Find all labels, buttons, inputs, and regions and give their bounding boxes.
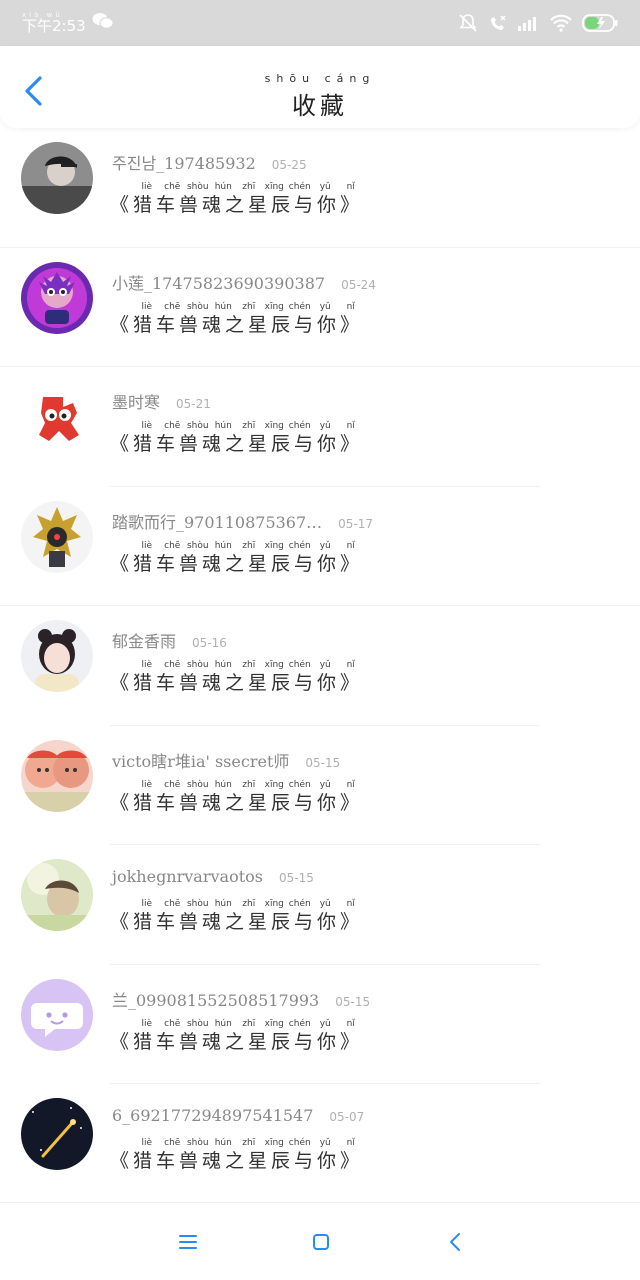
post-title[interactable]: 《猎车兽魂之星辰与你》 [110, 429, 363, 456]
date: 05-21 [176, 397, 211, 411]
menu-button[interactable] [175, 1229, 201, 1255]
nav-back-button[interactable] [443, 1229, 469, 1255]
avatar[interactable] [21, 859, 93, 931]
post-title[interactable]: 《猎车兽魂之星辰与你》 [110, 907, 363, 934]
item-meta: 踏歌而行_970110875367… 05-17 [112, 509, 373, 533]
post-title[interactable]: 《猎车兽魂之星辰与你》 [110, 190, 363, 217]
list-item[interactable]: 小莲_17475823690390387 05-24 liè chē shòu hún… [0, 248, 640, 367]
mute-bell-icon [458, 13, 478, 33]
signal-icon [518, 15, 540, 31]
item-meta: jokhegnrvarvaotos 05-15 [112, 867, 314, 886]
username[interactable]: 주진남_197485932 [112, 150, 256, 174]
item-meta: victo瞎r堆ia' ssecret师 05-15 [112, 748, 340, 772]
username[interactable]: 踏歌而行_970110875367… [112, 509, 322, 533]
username[interactable]: jokhegnrvarvaotos [112, 867, 263, 886]
favorites-list: 주진남_197485932 05-25 liè chē shòu hún zhī xīng… [0, 128, 640, 1204]
list-item[interactable]: 兰_099081552508517993 05-15 liè chē shòu hún… [0, 965, 640, 1084]
wechat-icon [92, 12, 114, 34]
page-title-pinyin: shōu cáng [264, 72, 376, 85]
date: 05-25 [271, 158, 307, 172]
date: 05-15 [305, 755, 341, 770]
item-meta: 兰_099081552508517993 05-15 [112, 987, 370, 1011]
avatar[interactable] [21, 261, 93, 334]
item-meta: 주진남_197485932 05-25 [112, 150, 307, 174]
menu-icon [179, 1235, 197, 1249]
battery-icon [582, 14, 618, 32]
date: 05-17 [338, 516, 374, 531]
avatar[interactable] [21, 739, 93, 812]
page-title: 收藏 [292, 92, 348, 120]
list-item[interactable]: 踏歌而行_970110875367… 05-17 liè chē shòu hún zh… [0, 487, 640, 606]
date: 05-07 [329, 1110, 365, 1124]
list-item[interactable]: 주진남_197485932 05-25 liè chē shòu hún zhī xīng… [0, 128, 640, 248]
username[interactable]: 兰_099081552508517993 [112, 987, 319, 1011]
status-bar: xià wǔ 下午2:53 [0, 0, 640, 46]
username[interactable]: 小莲_17475823690390387 [112, 270, 325, 294]
post-title[interactable]: 《猎车兽魂之星辰与你》 [110, 1146, 363, 1173]
username[interactable]: 6_692177294897541547 [112, 1106, 313, 1125]
avatar[interactable] [21, 500, 93, 573]
status-time: 下午2:53 [22, 17, 86, 35]
system-nav-bar [0, 1202, 640, 1280]
status-time-pinyin: xià wǔ [22, 11, 63, 19]
avatar[interactable] [21, 381, 93, 453]
avatar[interactable] [21, 142, 93, 214]
status-time-group: xià wǔ 下午2:53 [22, 12, 86, 34]
chevron-left-icon [450, 1233, 460, 1251]
username[interactable]: 郁金香雨 [112, 628, 176, 652]
date: 05-15 [278, 871, 314, 885]
list-item[interactable]: victo瞎r堆ia' ssecret师 05-15 liè chē shòu hún… [0, 726, 640, 845]
date: 05-15 [335, 994, 371, 1009]
status-right [458, 13, 618, 33]
avatar[interactable] [21, 1098, 93, 1170]
avatar[interactable] [21, 978, 93, 1051]
list-item[interactable]: 6_692177294897541547 05-07 liè chē shòu hún… [0, 1084, 640, 1204]
status-left: xià wǔ 下午2:53 [22, 12, 114, 34]
item-meta: 郁金香雨 05-16 [112, 628, 227, 652]
date: 05-16 [192, 636, 227, 650]
item-meta: 墨时寒 05-21 [112, 389, 211, 413]
header: shōu cáng 收藏 [0, 46, 640, 128]
home-button[interactable] [308, 1229, 334, 1255]
username[interactable]: victo瞎r堆ia' ssecret师 [112, 748, 289, 772]
post-title[interactable]: 《猎车兽魂之星辰与你》 [110, 549, 363, 576]
home-square-icon [313, 1234, 329, 1250]
username[interactable]: 墨时寒 [112, 389, 160, 413]
list-item[interactable]: 墨时寒 05-21 liè chē shòu hún zhī xīng chén yǔ nǐ 《… [0, 367, 640, 487]
post-title[interactable]: 《猎车兽魂之星辰与你》 [110, 788, 363, 815]
date: 05-24 [341, 277, 376, 292]
post-title[interactable]: 《猎车兽魂之星辰与你》 [110, 668, 363, 695]
item-meta: 小莲_17475823690390387 05-24 [112, 270, 376, 294]
list-item[interactable]: jokhegnrvarvaotos 05-15 liè chē shòu hún zhī… [0, 845, 640, 965]
list-item[interactable]: 郁金香雨 05-16 liè chē shòu hún zhī xīng chén yǔ nǐ … [0, 606, 640, 726]
page-title-group: shōu cáng 收藏 [0, 72, 640, 121]
avatar[interactable] [21, 620, 93, 692]
wifi-icon [550, 14, 572, 32]
item-meta: 6_692177294897541547 05-07 [112, 1106, 364, 1125]
missed-call-icon [488, 13, 508, 33]
post-title[interactable]: 《猎车兽魂之星辰与你》 [110, 1027, 363, 1054]
post-title[interactable]: 《猎车兽魂之星辰与你》 [110, 310, 363, 337]
